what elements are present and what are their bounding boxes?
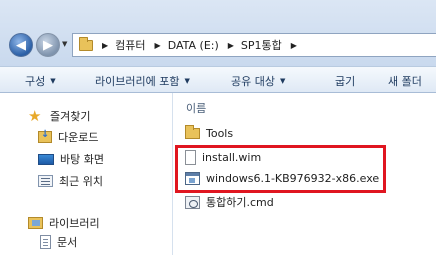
libraries-icon	[28, 217, 43, 229]
file-item-tools[interactable]: Tools	[185, 125, 234, 140]
include-in-library-button[interactable]: 라이브러리에 포함 ▼	[95, 73, 190, 89]
recent-places-icon	[38, 175, 53, 187]
documents-icon	[40, 235, 51, 249]
file-name: Tools	[206, 127, 234, 140]
nav-desktop-label: 바탕 화면	[60, 153, 104, 166]
desktop-icon	[38, 153, 54, 165]
nav-libraries[interactable]: 라이브러리	[28, 215, 100, 231]
breadcrumb-folder[interactable]: SP1통합	[241, 37, 282, 53]
breadcrumb-drive[interactable]: DATA (E:)	[168, 39, 219, 52]
highlight-annotation-box	[175, 145, 386, 193]
new-folder-button[interactable]: 새 폴더	[388, 73, 422, 89]
forward-arrow-icon: ▶	[43, 37, 53, 53]
nav-documents[interactable]: 문서	[40, 234, 77, 250]
folder-icon	[79, 36, 93, 51]
breadcrumb-separator-icon[interactable]: ▶	[102, 41, 108, 50]
back-arrow-icon: ◀	[16, 37, 26, 53]
organize-button[interactable]: 구성 ▼	[25, 73, 56, 89]
nav-favorites-label: 즐겨찾기	[50, 110, 91, 123]
breadcrumb-separator-icon[interactable]: ▶	[155, 41, 161, 50]
breadcrumb-separator-icon[interactable]: ▶	[228, 41, 234, 50]
breadcrumb-separator-icon[interactable]: ▶	[291, 41, 297, 50]
organize-label: 구성	[25, 75, 46, 88]
share-with-button[interactable]: 공유 대상 ▼	[231, 73, 285, 89]
downloads-icon	[38, 129, 52, 143]
address-bar[interactable]: ▶ 컴퓨터 ▶ DATA (E:) ▶ SP1통합 ▶	[72, 33, 436, 57]
recent-pages-dropdown-icon[interactable]: ▼	[62, 40, 67, 48]
command-toolbar: 구성 ▼ 라이브러리에 포함 ▼ 공유 대상 ▼ 굽기 새 폴더	[0, 66, 436, 93]
folder-icon	[185, 125, 200, 139]
nav-recent[interactable]: 최근 위치	[38, 173, 103, 189]
nav-documents-label: 문서	[57, 236, 78, 249]
chevron-down-icon: ▼	[184, 77, 190, 85]
back-button[interactable]: ◀	[9, 33, 33, 57]
forward-button[interactable]: ▶	[36, 33, 60, 57]
address-area: ◀ ▶ ▼ ▶ 컴퓨터 ▶ DATA (E:) ▶ SP1통합 ▶	[0, 0, 436, 66]
include-in-library-label: 라이브러리에 포함	[95, 75, 180, 88]
nav-libraries-label: 라이브러리	[49, 217, 100, 230]
breadcrumb-computer[interactable]: 컴퓨터	[115, 37, 145, 53]
file-name: 통합하기.cmd	[206, 196, 274, 209]
cmd-icon	[185, 195, 200, 209]
chevron-down-icon: ▼	[50, 77, 56, 85]
column-header-name[interactable]: 이름	[186, 100, 206, 116]
burn-button[interactable]: 굽기	[335, 73, 355, 89]
chevron-down-icon: ▼	[279, 77, 286, 85]
file-item-merge-cmd[interactable]: 통합하기.cmd	[185, 194, 274, 210]
share-with-label: 공유 대상	[231, 75, 275, 88]
nav-recent-label: 최근 위치	[59, 175, 103, 188]
nav-favorites[interactable]: ★ 즐겨찾기	[28, 108, 90, 124]
nav-desktop[interactable]: 바탕 화면	[38, 151, 104, 167]
nav-downloads[interactable]: 다운로드	[38, 129, 98, 145]
nav-downloads-label: 다운로드	[58, 131, 99, 144]
navigation-pane: ★ 즐겨찾기 다운로드 바탕 화면 최근 위치 라이브러리 문서	[0, 93, 172, 255]
star-icon: ★	[28, 107, 42, 125]
